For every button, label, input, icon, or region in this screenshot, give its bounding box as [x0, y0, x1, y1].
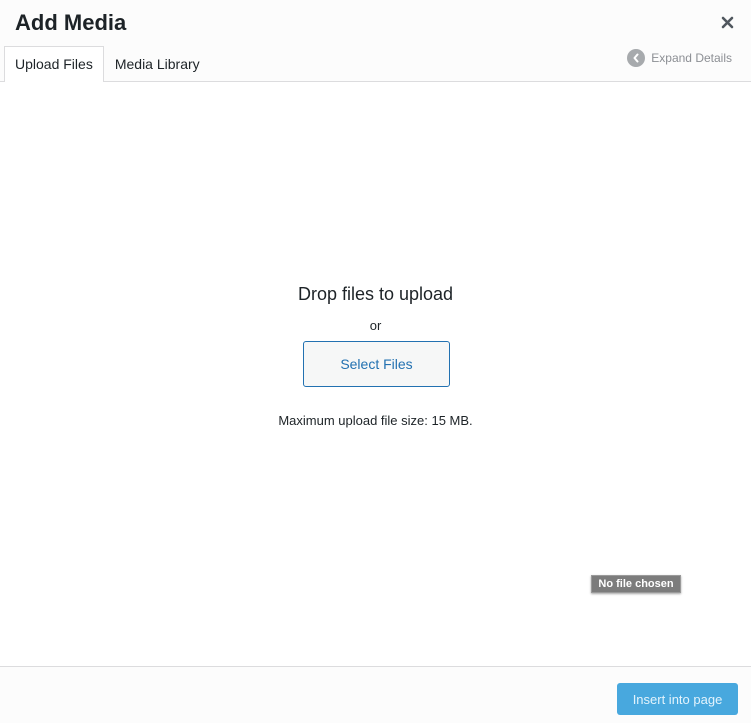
add-media-modal: Add Media Expand Details Upload Files Me…	[0, 0, 751, 723]
max-upload-size-text: Maximum upload file size: 15 MB.	[278, 413, 473, 428]
expand-details-label: Expand Details	[651, 51, 732, 65]
insert-into-page-button[interactable]: Insert into page	[617, 683, 738, 715]
close-icon	[721, 16, 734, 29]
tab-media-library[interactable]: Media Library	[104, 46, 211, 81]
tab-upload-files[interactable]: Upload Files	[4, 46, 104, 82]
chevron-left-icon	[627, 49, 646, 67]
expand-details-button[interactable]: Expand Details	[627, 49, 732, 67]
file-input-status[interactable]: No file chosen	[591, 575, 681, 593]
modal-title: Add Media	[15, 10, 127, 35]
or-separator-text: or	[369, 318, 382, 333]
media-tabs: Upload Files Media Library	[4, 46, 211, 82]
drop-files-title: Drop files to upload	[297, 284, 454, 304]
modal-footer: Insert into page	[0, 666, 751, 723]
upload-drop-area[interactable]: Drop files to upload or Select Files Max…	[0, 82, 751, 666]
select-files-button[interactable]: Select Files	[303, 341, 450, 387]
modal-header: Add Media Expand Details Upload Files Me…	[0, 0, 751, 82]
close-button[interactable]	[717, 12, 737, 32]
